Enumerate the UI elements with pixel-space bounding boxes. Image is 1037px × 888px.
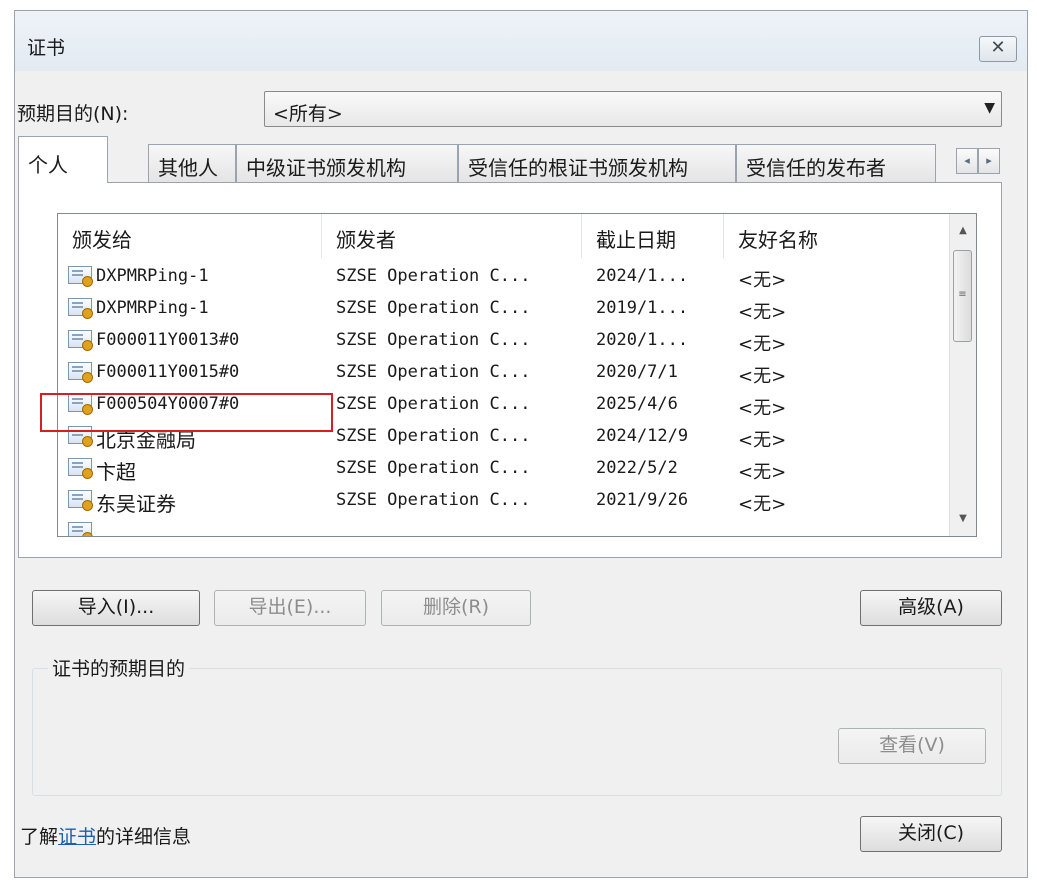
issued-to: 卞超 [96, 460, 136, 484]
expiry: 2020/1... [596, 330, 689, 350]
tab-panel-personal: 颁发给 颁发者 截止日期 友好名称 DXPMRPing-1 SZSE Opera… [18, 182, 1002, 558]
tab-strip: 个人 其他人 中级证书颁发机构 受信任的根证书颁发机构 受信任的发布者 ◂ ▸ [18, 136, 1002, 183]
close-icon[interactable]: ✕ [979, 36, 1017, 62]
list-header: 颁发给 颁发者 截止日期 友好名称 [58, 214, 952, 258]
issuer: SZSE Operation C... [336, 362, 531, 382]
tab-intermediate-ca[interactable]: 中级证书颁发机构 [236, 144, 458, 182]
issuer: SZSE Operation C... [336, 458, 531, 478]
list-item[interactable]: F000011Y0013#0 SZSE Operation C... 2020/… [58, 324, 952, 356]
friendly-name: <无> [738, 366, 787, 387]
issued-to: F000011Y0013#0 [96, 330, 240, 350]
certificate-purposes-label: 证书的预期目的 [48, 654, 190, 681]
issuer: SZSE Operation C... [336, 330, 531, 350]
certificates-link[interactable]: 证书 [58, 826, 96, 848]
column-expiration[interactable]: 截止日期 [582, 214, 724, 258]
friendly-name: <无> [738, 334, 787, 355]
close-button[interactable]: 关闭(C) [860, 816, 1002, 852]
issuer: SZSE Operation C... [336, 298, 531, 318]
friendly-name: <无> [738, 398, 787, 419]
list-item[interactable]: 卞超 SZSE Operation C... 2022/5/2 <无> [58, 452, 952, 484]
issuer: SZSE Operation C... [336, 490, 531, 510]
column-issued-to[interactable]: 颁发给 [58, 214, 322, 258]
tab-other-people[interactable]: 其他人 [148, 144, 236, 182]
issued-to: DXPMRPing-1 [96, 298, 209, 318]
tab-scroll-right-icon[interactable]: ▸ [978, 148, 1000, 174]
expiry: 2020/7/1 [596, 362, 678, 382]
import-button[interactable]: 导入(I)... [32, 590, 200, 626]
purpose-selected-value: <所有> [273, 103, 343, 125]
issued-to: DXPMRPing-1 [96, 266, 209, 286]
certificate-icon [68, 458, 93, 479]
tab-trusted-root-ca[interactable]: 受信任的根证书颁发机构 [458, 144, 736, 182]
issuer: SZSE Operation C... [336, 266, 531, 286]
chevron-down-icon[interactable]: ▼ [984, 100, 995, 116]
learn-more-suffix: 的详细信息 [96, 826, 192, 848]
title-bar: 证书 ✕ [15, 11, 1027, 71]
learn-more-prefix: 了解 [20, 826, 59, 848]
expiry: 2025/4/6 [596, 394, 678, 414]
issued-to: F000011Y0015#0 [96, 362, 240, 382]
certificate-icon [68, 362, 93, 383]
tab-trusted-publishers[interactable]: 受信任的发布者 [736, 144, 936, 182]
tab-scroll-left-icon[interactable]: ◂ [956, 148, 978, 174]
expiry: 2019/1... [596, 298, 689, 318]
list-scrollbar[interactable]: ▲ ≡ ▼ [949, 214, 976, 536]
remove-button[interactable]: 删除(R) [381, 590, 531, 626]
expiry: 2022/5/2 [596, 458, 678, 478]
friendly-name: <无> [738, 270, 787, 291]
certificate-icon [68, 298, 93, 319]
scroll-thumb[interactable]: ≡ [953, 250, 972, 342]
column-issuer[interactable]: 颁发者 [322, 214, 582, 258]
issued-to: 东吴证券 [96, 492, 176, 516]
list-item-partial[interactable] [58, 516, 952, 536]
advanced-button[interactable]: 高级(A) [860, 590, 1002, 626]
friendly-name: <无> [738, 430, 787, 451]
purpose-label: 预期目的(N): [17, 103, 129, 125]
expiry: 2021/9/26 [596, 490, 689, 510]
scroll-up-icon[interactable]: ▲ [950, 218, 976, 244]
certificate-icon [68, 490, 93, 511]
certificate-icon [68, 522, 93, 536]
highlight-box [40, 393, 333, 432]
friendly-name: <无> [738, 494, 787, 515]
friendly-name: <无> [738, 302, 787, 323]
learn-more-text: 了解证书的详细信息 [20, 822, 191, 849]
list-item[interactable]: DXPMRPing-1 SZSE Operation C... 2024/1..… [58, 260, 952, 292]
expiry: 2024/12/9 [596, 426, 689, 446]
expiry: 2024/1... [596, 266, 689, 286]
list-item[interactable]: 东吴证券 SZSE Operation C... 2021/9/26 <无> [58, 484, 952, 516]
window-title: 证书 [27, 37, 66, 59]
export-button[interactable]: 导出(E)... [214, 590, 366, 626]
friendly-name: <无> [738, 462, 787, 483]
column-friendly-name[interactable]: 友好名称 [724, 214, 952, 258]
issuer: SZSE Operation C... [336, 426, 531, 446]
view-button[interactable]: 查看(V) [838, 728, 986, 764]
scroll-down-icon[interactable]: ▼ [950, 506, 976, 532]
certificate-list[interactable]: 颁发给 颁发者 截止日期 友好名称 DXPMRPing-1 SZSE Opera… [57, 213, 977, 537]
certificate-icon [68, 266, 93, 287]
issuer: SZSE Operation C... [336, 394, 531, 414]
list-item[interactable]: DXPMRPing-1 SZSE Operation C... 2019/1..… [58, 292, 952, 324]
certificate-icon [68, 330, 93, 351]
purpose-select[interactable]: <所有> ▼ [264, 91, 1002, 127]
tab-personal[interactable]: 个人 [18, 136, 108, 183]
list-item[interactable]: F000011Y0015#0 SZSE Operation C... 2020/… [58, 356, 952, 388]
